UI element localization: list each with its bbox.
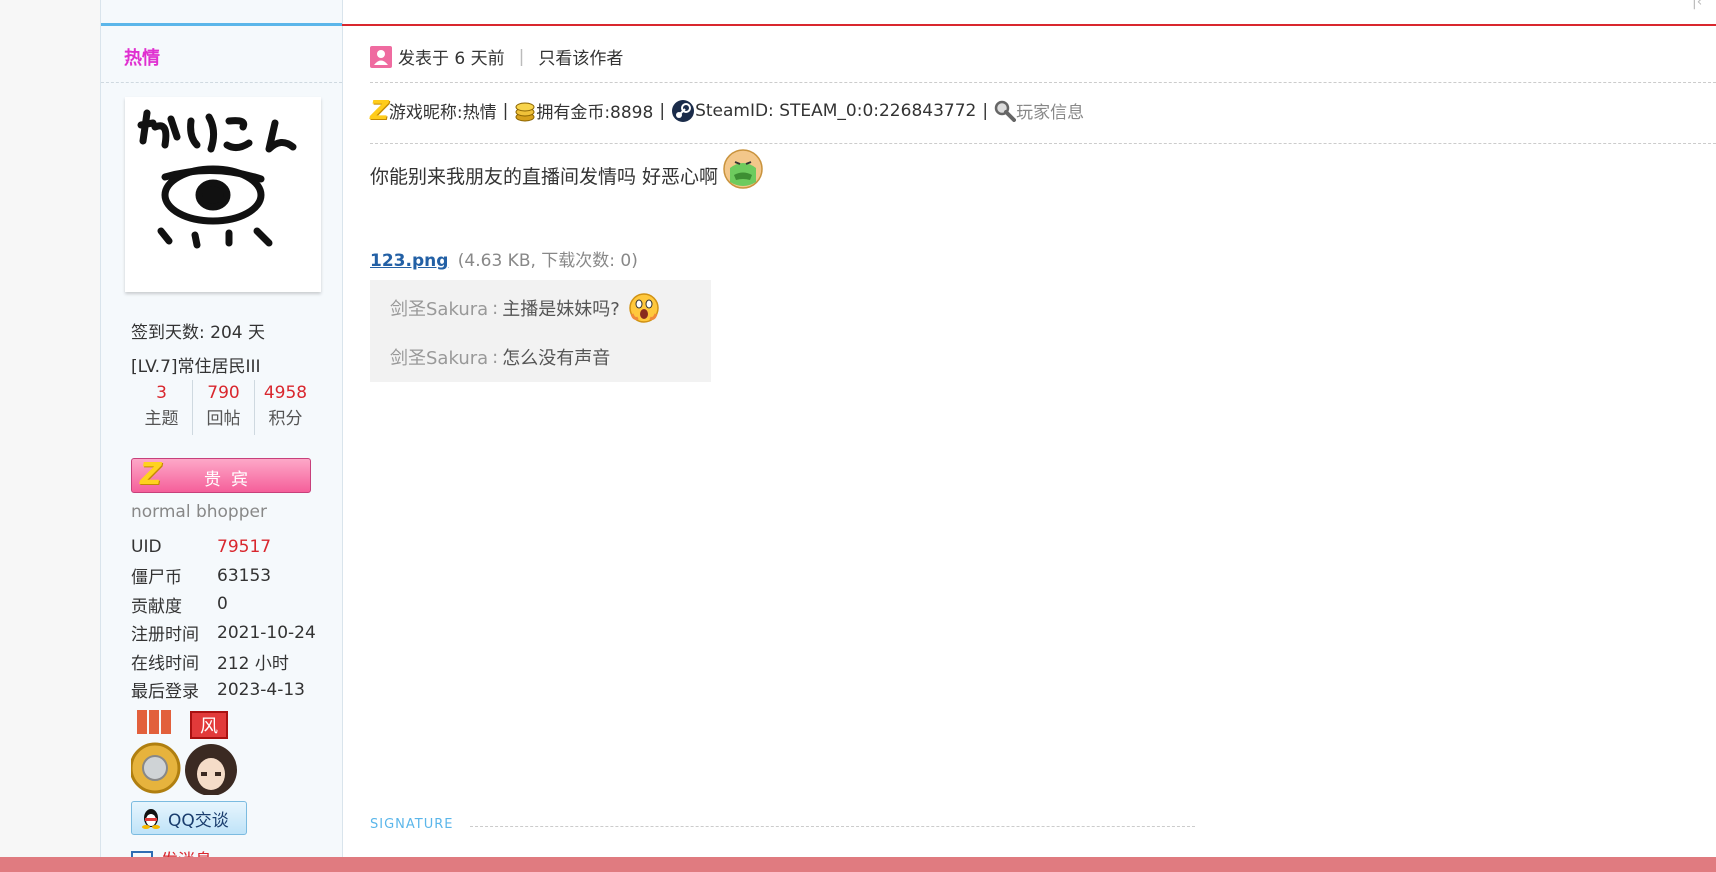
user-level[interactable]: [LV.7]常住居民III [131, 352, 261, 377]
vip-badge[interactable]: Z 贵宾 [131, 458, 311, 493]
user-stats: 3 主题 790 回帖 4958 积分 [131, 380, 316, 435]
comment-colon: : [492, 346, 499, 368]
game-nickname: 游戏昵称:热情 [388, 103, 497, 123]
qq-penguin-icon [142, 809, 160, 829]
z-logo-icon: Z [140, 457, 162, 492]
info-key: 贡献度 [131, 596, 182, 617]
checkin-days: 签到天数: 204 天 [131, 323, 265, 343]
comment-text: 怎么没有声音 [502, 348, 611, 369]
only-author-link[interactable]: 只看该作者 [538, 44, 623, 69]
post-meta-divider [370, 82, 1716, 83]
comment-colon: : [492, 297, 499, 319]
signature-divider [470, 826, 1195, 827]
post-message-text: 你能别来我朋友的直播间发情吗 好恶心啊 [370, 165, 719, 188]
info-value: 212 小时 [217, 653, 289, 674]
stat-replies[interactable]: 790 回帖 [193, 380, 255, 435]
stat-replies-value: 790 [207, 383, 240, 403]
avatar[interactable] [125, 97, 321, 292]
magnifier-icon [994, 100, 1017, 122]
author-username[interactable]: 热情 [124, 44, 160, 70]
user-info-table: UID 79517 僵尸币 63153 贡献度 0 注册时间 2021-10-2… [131, 533, 316, 704]
post-comments: 剑圣Sakura : 主播是妹妹吗? 剑圣Sakura : 怎么没有声音 [370, 280, 711, 382]
steam-icon [672, 99, 695, 122]
game-profile-row: Z 游戏昵称:热情 | 拥有金币:8898 | SteamID: STEAM_0… [370, 95, 1084, 126]
info-row-contribution: 贡献度 0 [131, 590, 316, 619]
vip-badge-label: 贵宾 [204, 470, 258, 490]
stat-topics[interactable]: 3 主题 [131, 380, 193, 435]
shocked-emoji-icon [629, 293, 659, 323]
stat-replies-label: 回帖 [206, 409, 241, 429]
z-icon: Z [370, 95, 389, 126]
svg-text:风: 风 [200, 716, 218, 737]
comment-author[interactable]: 剑圣Sakura [390, 295, 488, 321]
comment-author[interactable]: 剑圣Sakura [390, 344, 488, 370]
steam-id: SteamID: STEAM_0:0:226843772 [695, 100, 977, 121]
attachment-row: 123.png (4.63 KB, 下载次数: 0) [370, 246, 638, 271]
info-key: 最后登录 [131, 682, 199, 703]
comment-item: 剑圣Sakura : 怎么没有声音 [390, 344, 610, 370]
post-meta: 发表于 6 天前 | 只看该作者 [370, 44, 623, 69]
gold-amount: 拥有金币:8898 [536, 103, 654, 123]
stat-points-value: 4958 [263, 383, 308, 403]
comment-text: 主播是妹妹吗? [502, 299, 620, 320]
author-sidebar: 热情 签到天数: 204 天 [LV.7]常住居民III 3 主题 790 回帖 [100, 0, 343, 872]
sick-emoji-icon [723, 149, 763, 189]
post-time: 发表于 6 天前 [398, 49, 505, 69]
qq-chat-label: QQ交谈 [168, 810, 229, 831]
custom-user-title: normal bhopper [131, 502, 267, 522]
info-row-uid: UID 79517 [131, 533, 316, 562]
info-row-coins: 僵尸币 63153 [131, 562, 316, 591]
uid-link[interactable]: 79517 [217, 533, 316, 562]
info-key: 注册时间 [131, 625, 199, 646]
attachment-meta: (4.63 KB, 下载次数: 0) [457, 251, 638, 271]
comment-item: 剑圣Sakura : 主播是妹妹吗? [390, 292, 660, 324]
info-value: 63153 [217, 565, 272, 586]
medal-fengyun-icon[interactable]: 风 [190, 711, 228, 739]
medal-gear-icon[interactable] [129, 710, 181, 794]
coin-icon [515, 102, 535, 121]
info-value: 0 [217, 594, 228, 615]
meta-separator: | [518, 46, 525, 67]
separator: | [502, 100, 509, 121]
medal-character-icon[interactable] [185, 744, 237, 796]
info-row-online: 在线时间 212 小时 [131, 647, 316, 676]
user-icon [370, 45, 392, 68]
sidebar-divider [101, 82, 342, 83]
attachment-link[interactable]: 123.png [370, 251, 448, 271]
profile-divider [370, 143, 1716, 144]
sidebar-top-bar [101, 23, 342, 26]
info-row-registered: 注册时间 2021-10-24 [131, 619, 316, 648]
top-right-fragment: |‹ [1692, 0, 1703, 10]
info-key: 在线时间 [131, 653, 199, 674]
signature-label: SIGNATURE [370, 817, 454, 832]
info-key: 僵尸币 [131, 568, 182, 589]
stat-points-label: 积分 [268, 409, 303, 429]
qq-chat-button[interactable]: QQ交谈 [131, 801, 247, 835]
player-info-link[interactable]: 玩家信息 [1016, 98, 1084, 123]
bottom-bar [0, 857, 1716, 872]
post-message: 你能别来我朋友的直播间发情吗 好恶心啊 [370, 149, 764, 190]
info-value: 2023-4-13 [217, 679, 305, 700]
left-gutter [0, 0, 100, 872]
info-key: UID [131, 537, 162, 558]
stat-topics-value: 3 [156, 383, 167, 403]
avatar-drawing [137, 109, 297, 249]
stat-topics-label: 主题 [144, 409, 179, 429]
post-top-border [342, 24, 1716, 26]
info-value: 2021-10-24 [217, 622, 316, 643]
separator: | [659, 100, 666, 121]
medals: 风 [129, 710, 241, 796]
stat-points[interactable]: 4958 积分 [255, 380, 316, 435]
separator: | [982, 100, 989, 121]
info-row-last-login: 最后登录 2023-4-13 [131, 676, 316, 705]
